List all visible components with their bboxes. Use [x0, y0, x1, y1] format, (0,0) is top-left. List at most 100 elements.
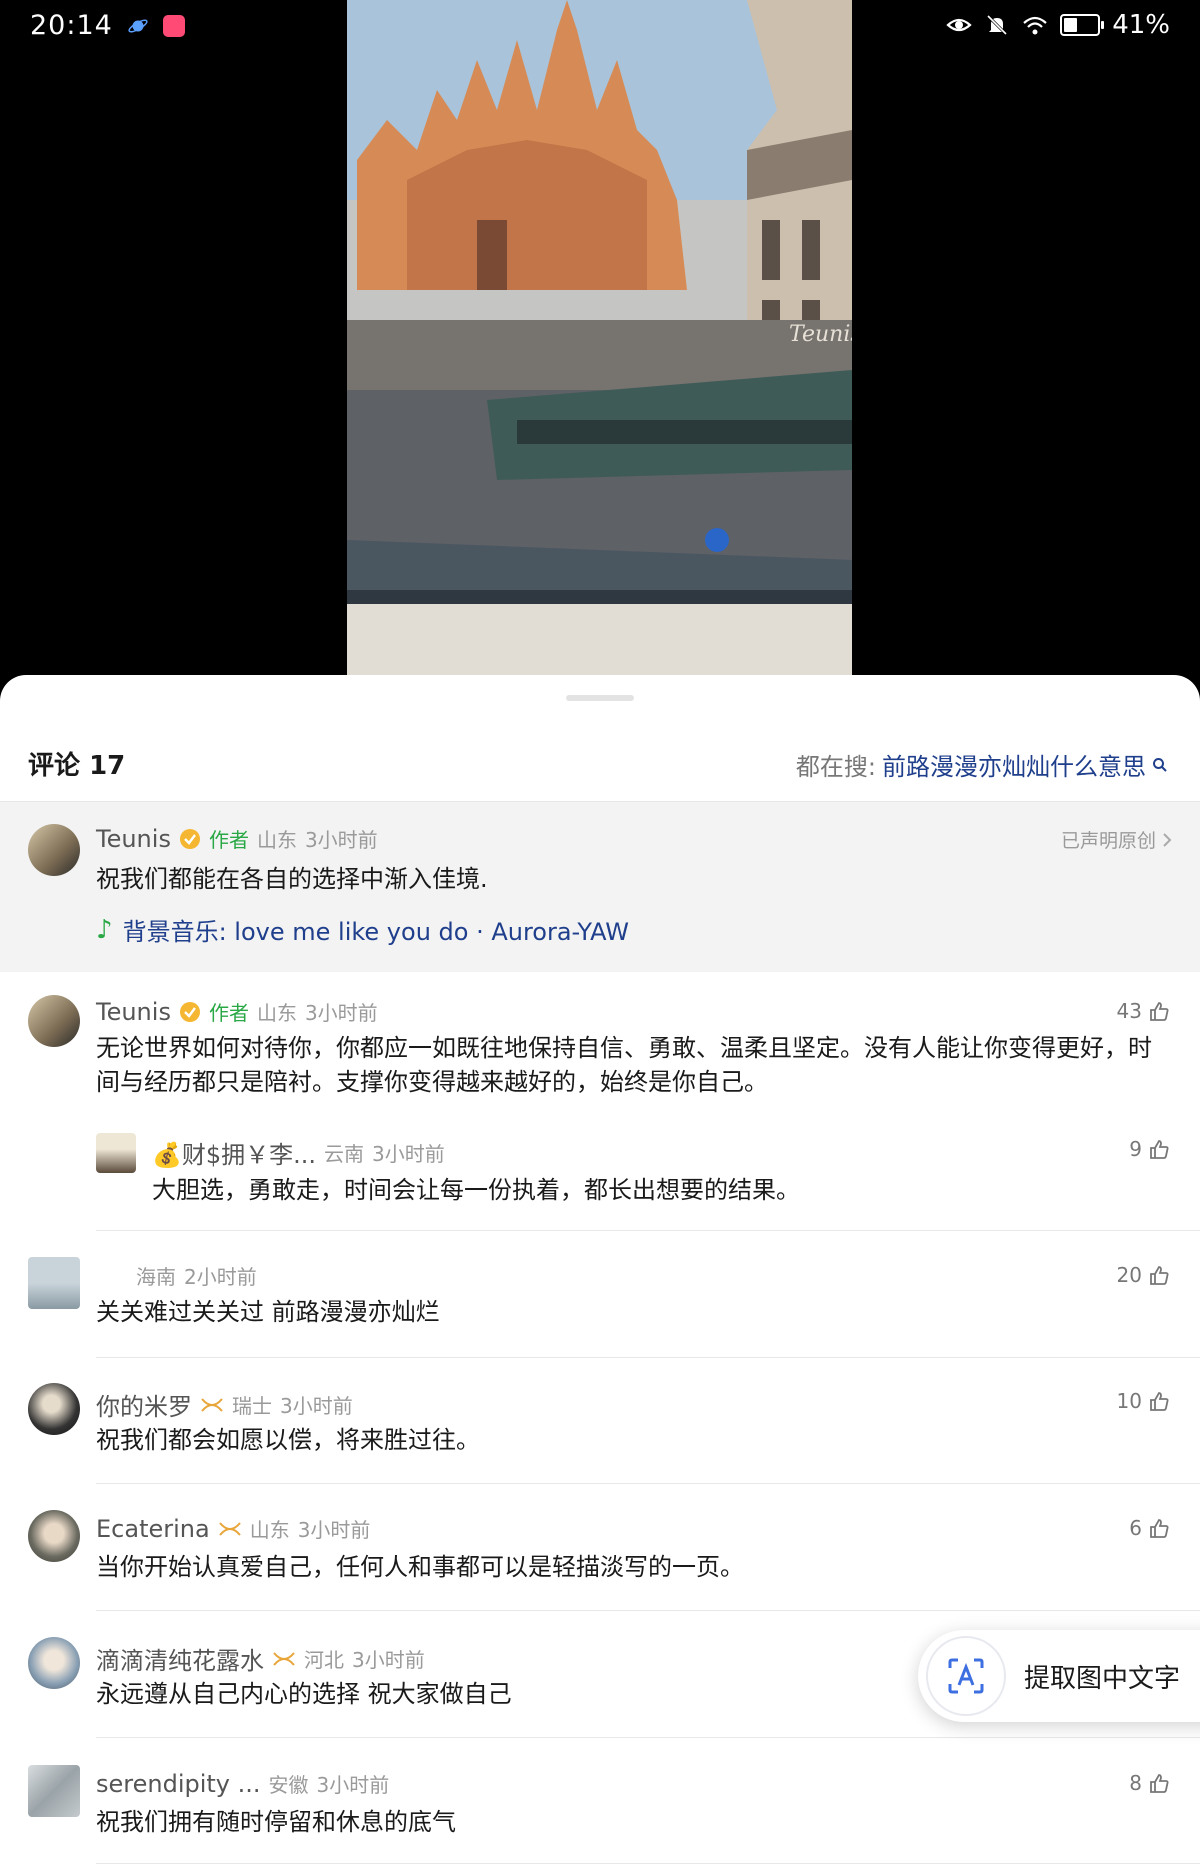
- comments-title-label: 评论: [28, 751, 81, 781]
- comment-meta: serendipity ... 安徽 3小时前: [96, 1769, 389, 1798]
- location: 云南: [324, 1142, 365, 1166]
- status-bar: 20:14 41%: [0, 0, 1200, 50]
- divider: [96, 1863, 1200, 1864]
- comment-meta: 💰财$拥￥李... 云南 3小时前: [152, 1135, 445, 1170]
- timestamp: 3小时前: [280, 1394, 353, 1418]
- eye-icon: [946, 18, 972, 32]
- author-tag: 作者: [208, 828, 249, 852]
- username[interactable]: 滴滴清纯花露水: [96, 1641, 264, 1676]
- comment-item[interactable]: serendipity ... 安徽 3小时前 8 祝我们拥有随时停留和休息的底…: [0, 1765, 1200, 1865]
- author-tag: 作者: [208, 1001, 249, 1025]
- bell-off-icon: [987, 14, 1008, 36]
- timestamp: 2小时前: [184, 1265, 257, 1289]
- divider: [96, 1357, 1200, 1358]
- location: 海南: [136, 1265, 176, 1289]
- like-button[interactable]: 9: [1129, 1137, 1170, 1161]
- comment-item[interactable]: Ecaterina 山东 3小时前 6 当你开始认真爱自己，任何人和事都可以是轻…: [0, 1510, 1200, 1610]
- comment-text: 大胆选，勇敢走，时间会让每一份执着，都长出想要的结果。: [152, 1176, 800, 1204]
- extract-text-button[interactable]: 提取图中文字: [918, 1630, 1200, 1722]
- avatar[interactable]: [28, 824, 80, 876]
- comment-meta: Teunis 作者 山东 3小时前: [96, 824, 378, 853]
- avatar[interactable]: [28, 1383, 80, 1435]
- background-music[interactable]: ♪ 背景音乐: love me like you do · Aurora-YAW: [96, 912, 629, 947]
- status-time: 20:14: [30, 10, 113, 41]
- ocr-icon-wrap: [926, 1636, 1006, 1716]
- location: 山东: [249, 1518, 290, 1542]
- ocr-scan-icon: [948, 1658, 984, 1694]
- comment-text: 祝我们拥有随时停留和休息的底气: [96, 1808, 456, 1836]
- vip-icon: [273, 1651, 295, 1666]
- vip-icon: [201, 1397, 223, 1412]
- comment-meta: 海南 2小时前: [128, 1261, 257, 1290]
- timestamp: 3小时前: [297, 1518, 371, 1542]
- reply-item[interactable]: 💰财$拥￥李... 云南 3小时前 9 大胆选，勇敢走，时间会让每一份执着，都长…: [0, 1133, 1200, 1233]
- divider: [96, 1737, 1200, 1738]
- comment-text: 当你开始认真爱自己，任何人和事都可以是轻描淡写的一页。: [96, 1553, 744, 1581]
- comment-item[interactable]: 你的米罗 瑞士 3小时前 10 祝我们都会如愿以偿，将来胜过往。: [0, 1383, 1200, 1483]
- declared-original-label: 已声明原创: [1060, 830, 1156, 852]
- trending-search[interactable]: 都在搜: 前路漫漫亦灿灿什么意思: [796, 747, 1168, 782]
- comment-item[interactable]: Teunis 作者 山东 3小时前 43 无论世界如何对待你，你都应一如既往地保…: [0, 995, 1200, 1135]
- divider: [96, 1610, 1200, 1611]
- like-icon: [1150, 1519, 1169, 1538]
- pinned-text: 祝我们都能在各自的选择中渐入佳境.: [96, 865, 488, 893]
- sheet-drag-handle[interactable]: [566, 695, 634, 701]
- comment-text: 祝我们都会如愿以偿，将来胜过往。: [96, 1426, 480, 1454]
- timestamp: 3小时前: [372, 1142, 445, 1166]
- app-notification-icon: [162, 14, 185, 37]
- location: 安徽: [268, 1773, 309, 1797]
- timestamp: 3小时前: [316, 1773, 390, 1797]
- like-button[interactable]: 20: [1117, 1263, 1170, 1287]
- location: 河北: [304, 1648, 344, 1672]
- location: 瑞士: [232, 1394, 272, 1418]
- extract-text-label: 提取图中文字: [1024, 1663, 1181, 1694]
- like-count: 20: [1116, 1263, 1142, 1287]
- wifi-icon: [1023, 16, 1047, 35]
- like-count: 10: [1116, 1389, 1142, 1413]
- comment-meta: Ecaterina 山东 3小时前: [96, 1514, 370, 1543]
- vip-icon: [218, 1521, 241, 1536]
- username[interactable]: 你的米罗: [96, 1387, 192, 1422]
- video-watermark: Teunis: [789, 322, 852, 347]
- comment-text: 关关难过关关过 前路漫漫亦灿烂: [96, 1298, 440, 1326]
- timestamp: 3小时前: [304, 1001, 378, 1025]
- like-button[interactable]: 6: [1129, 1516, 1170, 1540]
- music-note-icon: ♪: [96, 914, 113, 945]
- like-button[interactable]: 8: [1129, 1771, 1170, 1795]
- pinned-author-post[interactable]: Teunis 作者 山东 3小时前 已声明原创 祝我们都能在各自的选择中渐入佳境…: [0, 802, 1200, 972]
- battery-fill: [1064, 18, 1078, 32]
- timestamp: 3小时前: [304, 828, 378, 852]
- declared-original[interactable]: 已声明原创: [1061, 826, 1172, 853]
- like-button[interactable]: 43: [1117, 999, 1170, 1023]
- video-player[interactable]: Teunis: [347, 0, 852, 690]
- avatar[interactable]: [28, 1510, 80, 1562]
- battery-percent: 41%: [1112, 10, 1170, 40]
- avatar[interactable]: [28, 1257, 80, 1309]
- comment-meta: Teunis 作者 山东 3小时前: [96, 997, 378, 1026]
- battery-icon: [1060, 14, 1105, 36]
- comments-count: 17: [89, 751, 126, 781]
- avatar[interactable]: [28, 1637, 80, 1689]
- username[interactable]: Teunis: [96, 825, 171, 853]
- location: 山东: [256, 1001, 297, 1025]
- trending-search-prefix: 都在搜:: [795, 753, 876, 781]
- like-button[interactable]: 10: [1117, 1389, 1170, 1413]
- comments-title: 评论 17: [28, 745, 125, 782]
- comment-item[interactable]: 海南 2小时前 20 关关难过关关过 前路漫漫亦灿烂: [0, 1257, 1200, 1357]
- divider: [96, 1483, 1200, 1484]
- trending-search-term[interactable]: 前路漫漫亦灿灿什么意思: [882, 747, 1146, 782]
- avatar[interactable]: [28, 1765, 80, 1817]
- avatar[interactable]: [28, 995, 80, 1047]
- comment-meta: 滴滴清纯花露水 河北 3小时前: [96, 1641, 425, 1676]
- username[interactable]: Ecaterina: [96, 1515, 210, 1543]
- username[interactable]: 💰财$拥￥李...: [152, 1135, 316, 1170]
- like-icon: [1150, 1140, 1169, 1159]
- timestamp: 3小时前: [352, 1648, 425, 1672]
- username[interactable]: serendipity ...: [96, 1770, 261, 1798]
- like-count: 43: [1116, 999, 1142, 1023]
- like-icon: [1150, 1266, 1169, 1285]
- username[interactable]: Teunis: [96, 998, 171, 1026]
- avatar[interactable]: [96, 1133, 136, 1173]
- like-count: 9: [1129, 1137, 1142, 1161]
- divider: [96, 1230, 1200, 1231]
